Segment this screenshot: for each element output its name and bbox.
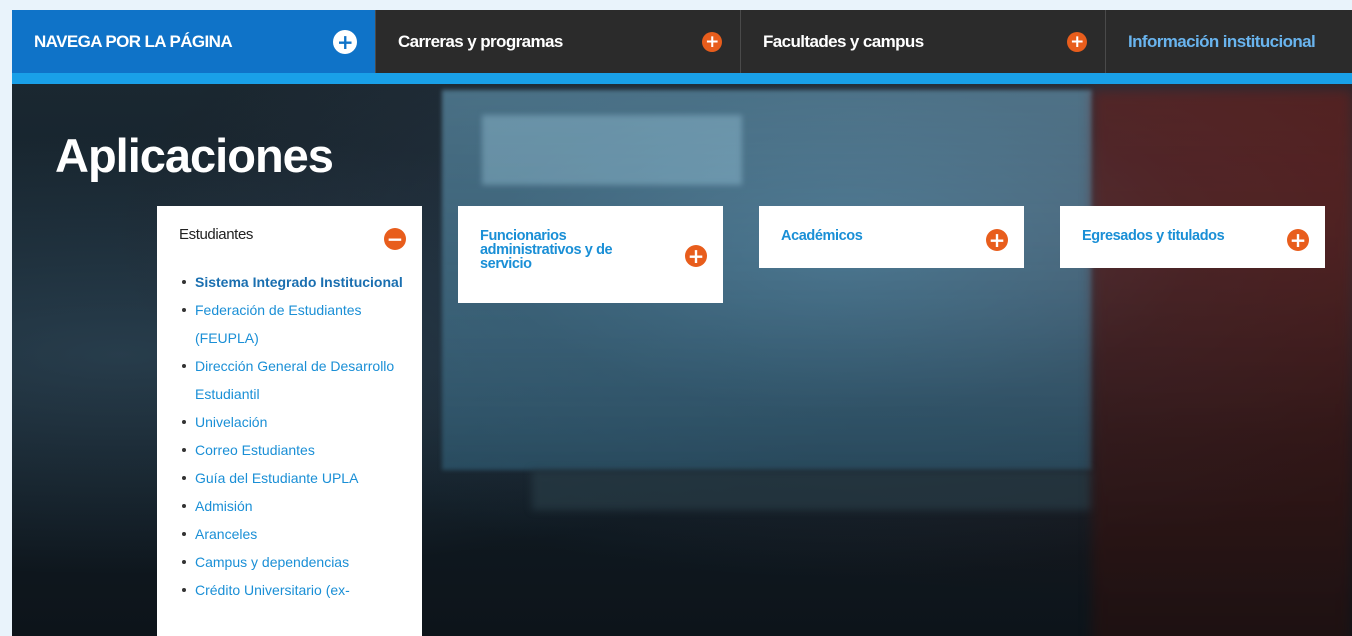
plus-icon[interactable]: + [702, 31, 722, 52]
plus-icon[interactable]: + [1067, 31, 1087, 52]
list-item-link[interactable]: Univelación [182, 408, 406, 436]
list-item-link[interactable]: Dirección General de Desarrollo Estudian… [182, 352, 406, 408]
nav-item-label: Facultades y campus [763, 31, 924, 51]
page-frame: NAVEGA POR LA PÁGINA + Carreras y progra… [12, 10, 1352, 636]
card-header[interactable]: Académicos + [781, 229, 1008, 251]
plus-icon[interactable]: + [986, 229, 1008, 251]
page-title: Aplicaciones [55, 129, 334, 182]
list-item-link[interactable]: Sistema Integrado Institucional [182, 268, 406, 296]
nav-item-label: Carreras y programas [398, 31, 563, 51]
nav-item-label: NAVEGA POR LA PÁGINA [34, 31, 233, 51]
list-item-link[interactable]: Guía del Estudiante UPLA [182, 464, 406, 492]
list-item-link[interactable]: Crédito Universitario (ex- [182, 576, 406, 604]
card-title: Egresados y titulados [1082, 228, 1225, 244]
list-item-link[interactable]: Campus y dependencias [182, 548, 406, 576]
nav-item-facultades[interactable]: Facultades y campus + [740, 10, 1105, 73]
card-academicos[interactable]: Académicos + [759, 206, 1024, 268]
list-item-link[interactable]: Correo Estudiantes [182, 436, 406, 464]
background-monitor-glare [482, 115, 742, 185]
plus-icon[interactable]: + [685, 245, 707, 267]
background-desk [532, 470, 1092, 510]
card-title: Funcionarios administrativos y de servic… [480, 228, 613, 272]
card-egresados[interactable]: Egresados y titulados + [1060, 206, 1325, 268]
card-funcionarios[interactable]: Funcionarios administrativos y de servic… [458, 206, 723, 303]
minus-icon[interactable]: − [384, 228, 406, 250]
list-item-link[interactable]: Admisión [182, 492, 406, 520]
main-navigation: NAVEGA POR LA PÁGINA + Carreras y progra… [12, 10, 1352, 73]
card-title: Estudiantes [179, 226, 253, 243]
card-header[interactable]: Funcionarios administrativos y de servic… [480, 229, 707, 271]
nav-item-navega[interactable]: NAVEGA POR LA PÁGINA + [12, 10, 375, 73]
list-item-link[interactable]: Aranceles [182, 520, 406, 548]
card-title: Académicos [781, 228, 863, 244]
card-estudiantes: Estudiantes − Sistema Integrado Instituc… [157, 206, 422, 636]
card-header[interactable]: Estudiantes − [179, 226, 406, 250]
nav-item-informacion[interactable]: Información institucional [1105, 10, 1352, 73]
card-header[interactable]: Egresados y titulados + [1082, 229, 1309, 251]
nav-accent-strip [12, 73, 1352, 84]
plus-icon[interactable]: + [333, 29, 357, 54]
link-list: Sistema Integrado Institucional Federaci… [179, 268, 406, 604]
background-wall [1092, 90, 1352, 636]
nav-item-carreras[interactable]: Carreras y programas + [375, 10, 740, 73]
nav-item-label: Información institucional [1128, 31, 1316, 51]
plus-icon[interactable]: + [1287, 229, 1309, 251]
list-item-link[interactable]: Federación de Estudiantes (FEUPLA) [182, 296, 406, 352]
